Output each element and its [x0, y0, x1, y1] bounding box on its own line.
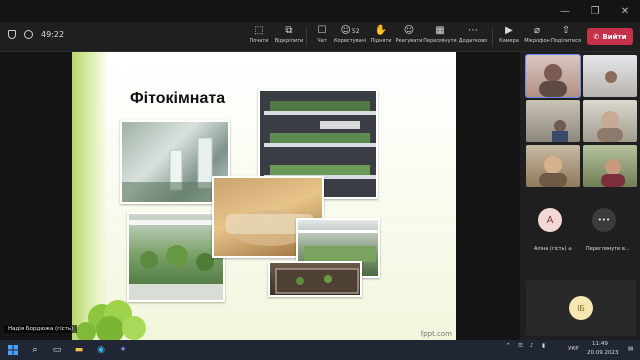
unpin-button[interactable]: ⧉ Відкріпити: [272, 24, 306, 50]
clover-decoration: [76, 300, 146, 340]
view-icon: ▦: [435, 25, 445, 36]
share-icon: ⇧: [561, 25, 571, 36]
leave-button[interactable]: ✆ Вийти: [587, 28, 633, 45]
more-button[interactable]: ⋯ Додатково: [456, 24, 490, 50]
teams-app-icon[interactable]: ✦: [116, 343, 130, 357]
tray-chevron-icon[interactable]: ^: [506, 343, 511, 349]
window-controls: — ❐ ✕: [550, 0, 640, 22]
participant-video-tile[interactable]: [583, 55, 637, 97]
participant-video-tile[interactable]: [583, 100, 637, 142]
participant-tile-ib[interactable]: ІБ: [526, 280, 636, 336]
view-button[interactable]: ▦ Пересмінути: [423, 24, 457, 50]
people-icon: ☺: [340, 25, 351, 36]
meeting-toolbar: 49:22 ⬚ Почати ⧉ Відкріпити ☐ Чат ☺52 Ко…: [0, 22, 640, 52]
phone-icon: ✆: [593, 32, 600, 41]
clock-time[interactable]: 11:49: [592, 341, 608, 347]
meeting-timer: 49:22: [41, 30, 65, 39]
react-icon: ☺: [403, 25, 415, 36]
more-icon: ⋯: [468, 25, 478, 36]
task-view-icon[interactable]: ▭: [50, 343, 64, 357]
record-icon: ⬚: [254, 25, 264, 36]
view-more-label: Переглянути в...: [586, 246, 630, 252]
edge-browser-icon[interactable]: ◉: [94, 343, 108, 357]
mic-off-icon: ⌀: [568, 246, 572, 252]
meeting-info: 49:22: [8, 30, 64, 39]
participant-video-tile[interactable]: [526, 145, 580, 187]
record-button[interactable]: ⬚ Почати: [242, 24, 276, 50]
windows-start-icon[interactable]: [6, 343, 20, 357]
participant-avatar-a[interactable]: A: [538, 208, 562, 232]
presentation-slide: Фітокімната fppt.com: [72, 52, 456, 340]
slide-footer: fppt.com: [420, 330, 452, 338]
unpin-icon: ⧉: [285, 25, 293, 36]
timer-icon: [24, 30, 33, 39]
participant-video-tile[interactable]: [525, 54, 581, 98]
volume-icon[interactable]: ♪: [530, 343, 534, 349]
participant-count: 52: [351, 28, 360, 35]
clock-date[interactable]: 20.09.2023: [587, 350, 619, 356]
network-icon[interactable]: ☰: [518, 343, 523, 349]
shield-icon: [8, 30, 16, 39]
notifications-icon[interactable]: ▤: [628, 346, 633, 352]
file-explorer-icon[interactable]: ▬: [72, 343, 86, 357]
presenter-name: Надія Бордюжа (гість): [4, 325, 78, 333]
participant-avatar-ib: ІБ: [569, 296, 593, 320]
slide-title: Фітокімната: [130, 90, 226, 107]
phyto-room-photo-6: [268, 261, 362, 297]
more-participants-button[interactable]: •••: [592, 208, 616, 232]
windows-taskbar: ⌕ ▭ ▬ ◉ ✦ ^ ☰ ♪ ▮ УКР 11:49 20.09.2023 ▤: [0, 340, 640, 360]
window-titlebar: — ❐ ✕: [0, 0, 640, 22]
maximize-icon[interactable]: ❐: [580, 0, 610, 22]
battery-icon[interactable]: ▮: [542, 343, 545, 349]
minimize-icon[interactable]: —: [550, 0, 580, 22]
people-button[interactable]: ☺52 Користувачі: [333, 24, 367, 50]
search-icon[interactable]: ⌕: [28, 343, 42, 357]
close-icon[interactable]: ✕: [610, 0, 640, 22]
react-button[interactable]: ☺ Реагувати: [392, 24, 426, 50]
participant-name-row: Аліна (гість) ⌀: [534, 246, 572, 252]
participant-video-tile[interactable]: [583, 145, 637, 187]
language-indicator[interactable]: УКР: [568, 346, 579, 352]
participant-video-tile[interactable]: [526, 100, 580, 142]
share-button[interactable]: ⇧ Поділитися: [549, 24, 583, 50]
